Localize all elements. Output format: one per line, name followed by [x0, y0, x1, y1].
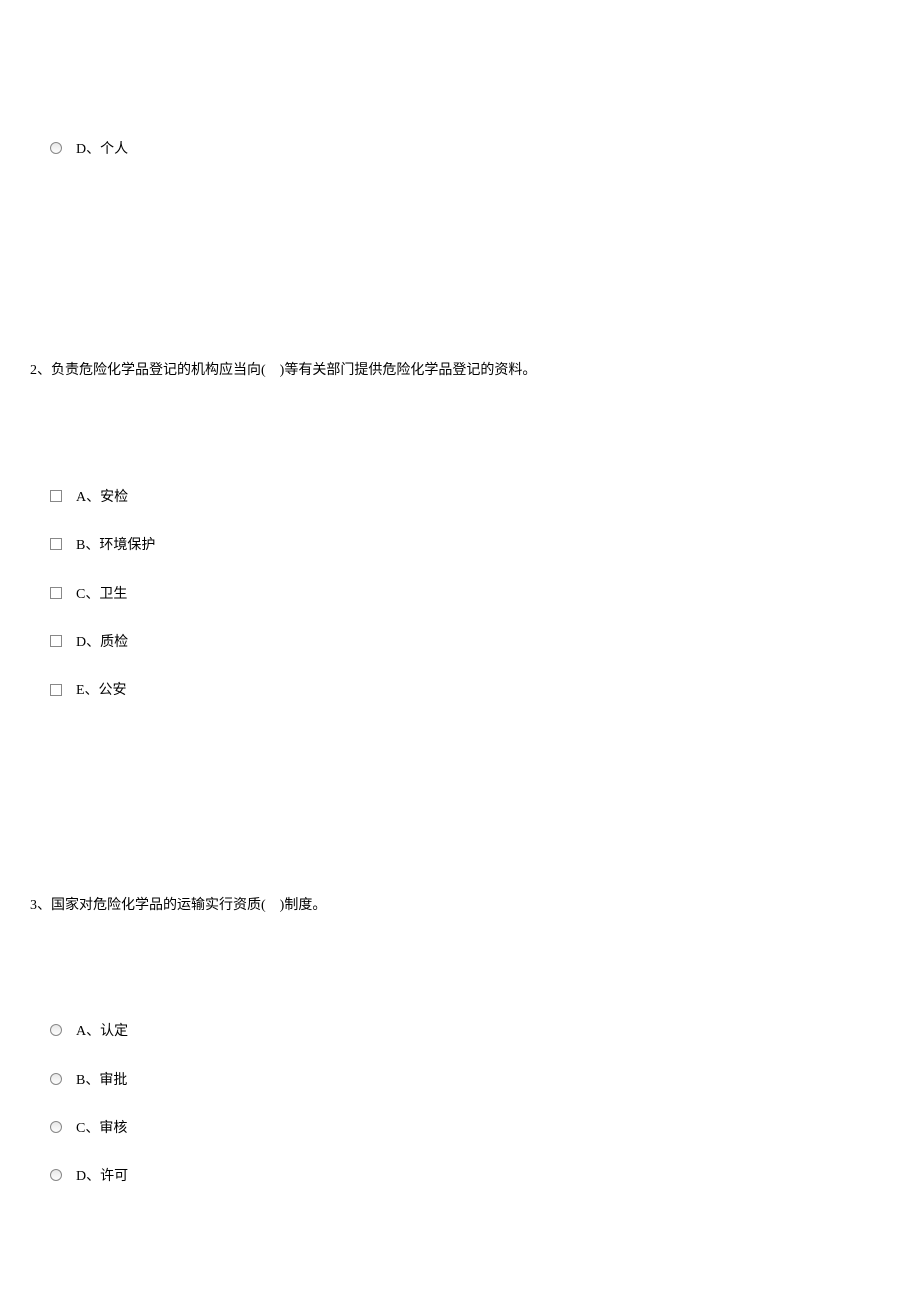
question-2: 2、负责危险化学品登记的机构应当向( )等有关部门提供危险化学品登记的资料。 A… — [0, 185, 920, 702]
checkbox-icon[interactable] — [50, 587, 62, 599]
radio-icon[interactable] — [50, 1121, 62, 1133]
q3-option-a: A、认定 — [50, 1017, 920, 1043]
radio-icon[interactable] — [50, 1073, 62, 1085]
q2-options: A、安检 B、环境保护 C、卫生 D、质检 E、公安 — [30, 483, 920, 703]
checkbox-icon[interactable] — [50, 635, 62, 647]
radio-icon[interactable] — [50, 1024, 62, 1036]
checkbox-icon[interactable] — [50, 684, 62, 696]
checkbox-icon[interactable] — [50, 490, 62, 502]
radio-icon[interactable] — [50, 1169, 62, 1181]
option-label: E、公安 — [76, 676, 127, 702]
question-text: 3、国家对危险化学品的运输实行资质( )制度。 — [30, 895, 920, 917]
question-3: 3、国家对危险化学品的运输实行资质( )制度。 A、认定 B、审批 C、审核 D… — [0, 725, 920, 1189]
q3-option-d: D、许可 — [50, 1162, 920, 1188]
radio-icon[interactable] — [50, 142, 62, 154]
option-label: D、许可 — [76, 1162, 128, 1188]
q3-option-b: B、审批 — [50, 1066, 920, 1092]
q3-option-c: C、审核 — [50, 1114, 920, 1140]
q1-option-d: D、个人 — [50, 135, 920, 161]
option-label: C、卫生 — [76, 580, 127, 606]
q2-option-c: C、卫生 — [50, 580, 920, 606]
option-label: A、认定 — [76, 1017, 128, 1043]
q2-option-b: B、环境保护 — [50, 531, 920, 557]
option-label: B、环境保护 — [76, 531, 155, 557]
q3-options: A、认定 B、审批 C、审核 D、许可 — [30, 1017, 920, 1189]
q2-option-e: E、公安 — [50, 676, 920, 702]
option-label: C、审核 — [76, 1114, 127, 1140]
option-label: D、质检 — [76, 628, 128, 654]
q2-option-d: D、质检 — [50, 628, 920, 654]
option-label: A、安检 — [76, 483, 128, 509]
question-text: 2、负责危险化学品登记的机构应当向( )等有关部门提供危险化学品登记的资料。 — [30, 360, 920, 382]
checkbox-icon[interactable] — [50, 538, 62, 550]
q2-option-a: A、安检 — [50, 483, 920, 509]
option-label: D、个人 — [76, 135, 128, 161]
option-label: B、审批 — [76, 1066, 127, 1092]
question-1-remnant: D、个人 — [0, 0, 920, 161]
